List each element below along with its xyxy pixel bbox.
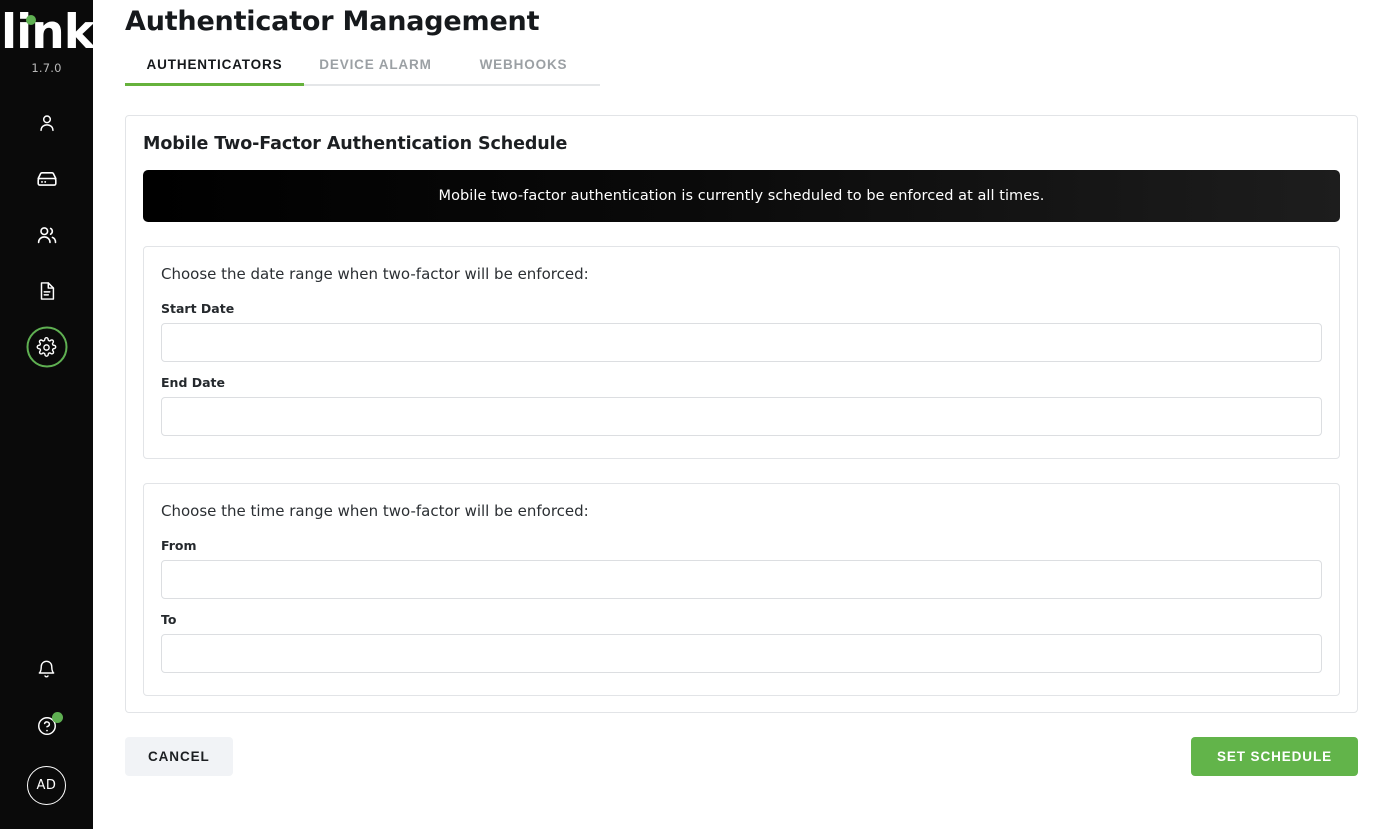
- sidebar-bottom: AD: [0, 644, 93, 829]
- from-time-field-group: From: [161, 538, 1322, 599]
- date-range-section: Choose the date range when two-factor wi…: [143, 246, 1340, 459]
- sidebar-item-profile[interactable]: [0, 95, 93, 151]
- card-title: Mobile Two-Factor Authentication Schedul…: [143, 134, 568, 154]
- tab-bar: AUTHENTICATORS DEVICE ALARM WEBHOOKS: [125, 57, 600, 86]
- main-content: Authenticator Management AUTHENTICATORS …: [93, 0, 1381, 829]
- tab-device-alarm[interactable]: DEVICE ALARM: [304, 57, 447, 84]
- time-range-section: Choose the time range when two-factor wi…: [143, 483, 1340, 696]
- app-root: link 1.7.0 AD Authenticator Management A…: [0, 0, 1381, 829]
- document-icon: [36, 280, 58, 302]
- start-date-input[interactable]: [161, 323, 1322, 362]
- sidebar-item-devices[interactable]: [0, 151, 93, 207]
- start-date-field-group: Start Date: [161, 301, 1322, 362]
- set-schedule-button[interactable]: SET SCHEDULE: [1190, 737, 1358, 776]
- logo-text: link: [1, 4, 95, 60]
- people-icon: [35, 223, 59, 247]
- active-tab-underline: [125, 83, 304, 86]
- bell-icon: [36, 659, 57, 685]
- server-icon: [35, 167, 59, 191]
- sidebar-item-settings[interactable]: [0, 319, 93, 375]
- sidebar-item-users[interactable]: [0, 207, 93, 263]
- tab-webhooks[interactable]: WEBHOOKS: [447, 57, 600, 84]
- notification-badge-dot: [52, 712, 63, 723]
- to-time-label: To: [161, 612, 177, 627]
- end-date-field-group: End Date: [161, 375, 1322, 436]
- sidebar-nav: [0, 95, 93, 375]
- tab-authenticators[interactable]: AUTHENTICATORS: [125, 57, 304, 84]
- avatar[interactable]: AD: [27, 766, 66, 805]
- to-time-input[interactable]: [161, 634, 1322, 673]
- end-date-input[interactable]: [161, 397, 1322, 436]
- time-range-legend: Choose the time range when two-factor wi…: [161, 502, 589, 520]
- status-banner-text: Mobile two-factor authentication is curr…: [438, 188, 1045, 204]
- logo-dot-icon: [26, 15, 36, 25]
- schedule-card: Mobile Two-Factor Authentication Schedul…: [125, 115, 1358, 713]
- sidebar: link 1.7.0 AD: [0, 0, 95, 829]
- page-title: Authenticator Management: [125, 6, 540, 37]
- sidebar-item-reports[interactable]: [0, 263, 93, 319]
- from-time-input[interactable]: [161, 560, 1322, 599]
- notifications-button[interactable]: [0, 644, 93, 700]
- help-button[interactable]: [0, 700, 93, 756]
- brand: link 1.7.0: [0, 0, 95, 95]
- avatar-initials: AD: [36, 778, 57, 793]
- from-time-label: From: [161, 538, 197, 553]
- active-indicator-ring: [26, 326, 67, 368]
- cancel-button[interactable]: CANCEL: [125, 737, 233, 776]
- to-time-field-group: To: [161, 612, 1322, 673]
- start-date-label: Start Date: [161, 301, 235, 316]
- end-date-label: End Date: [161, 375, 226, 390]
- form-footer: CANCEL SET SCHEDULE: [125, 737, 1358, 776]
- status-banner: Mobile two-factor authentication is curr…: [143, 170, 1340, 222]
- person-icon: [36, 112, 58, 134]
- version-label: 1.7.0: [31, 61, 62, 75]
- date-range-legend: Choose the date range when two-factor wi…: [161, 265, 589, 283]
- logo: link: [0, 4, 95, 60]
